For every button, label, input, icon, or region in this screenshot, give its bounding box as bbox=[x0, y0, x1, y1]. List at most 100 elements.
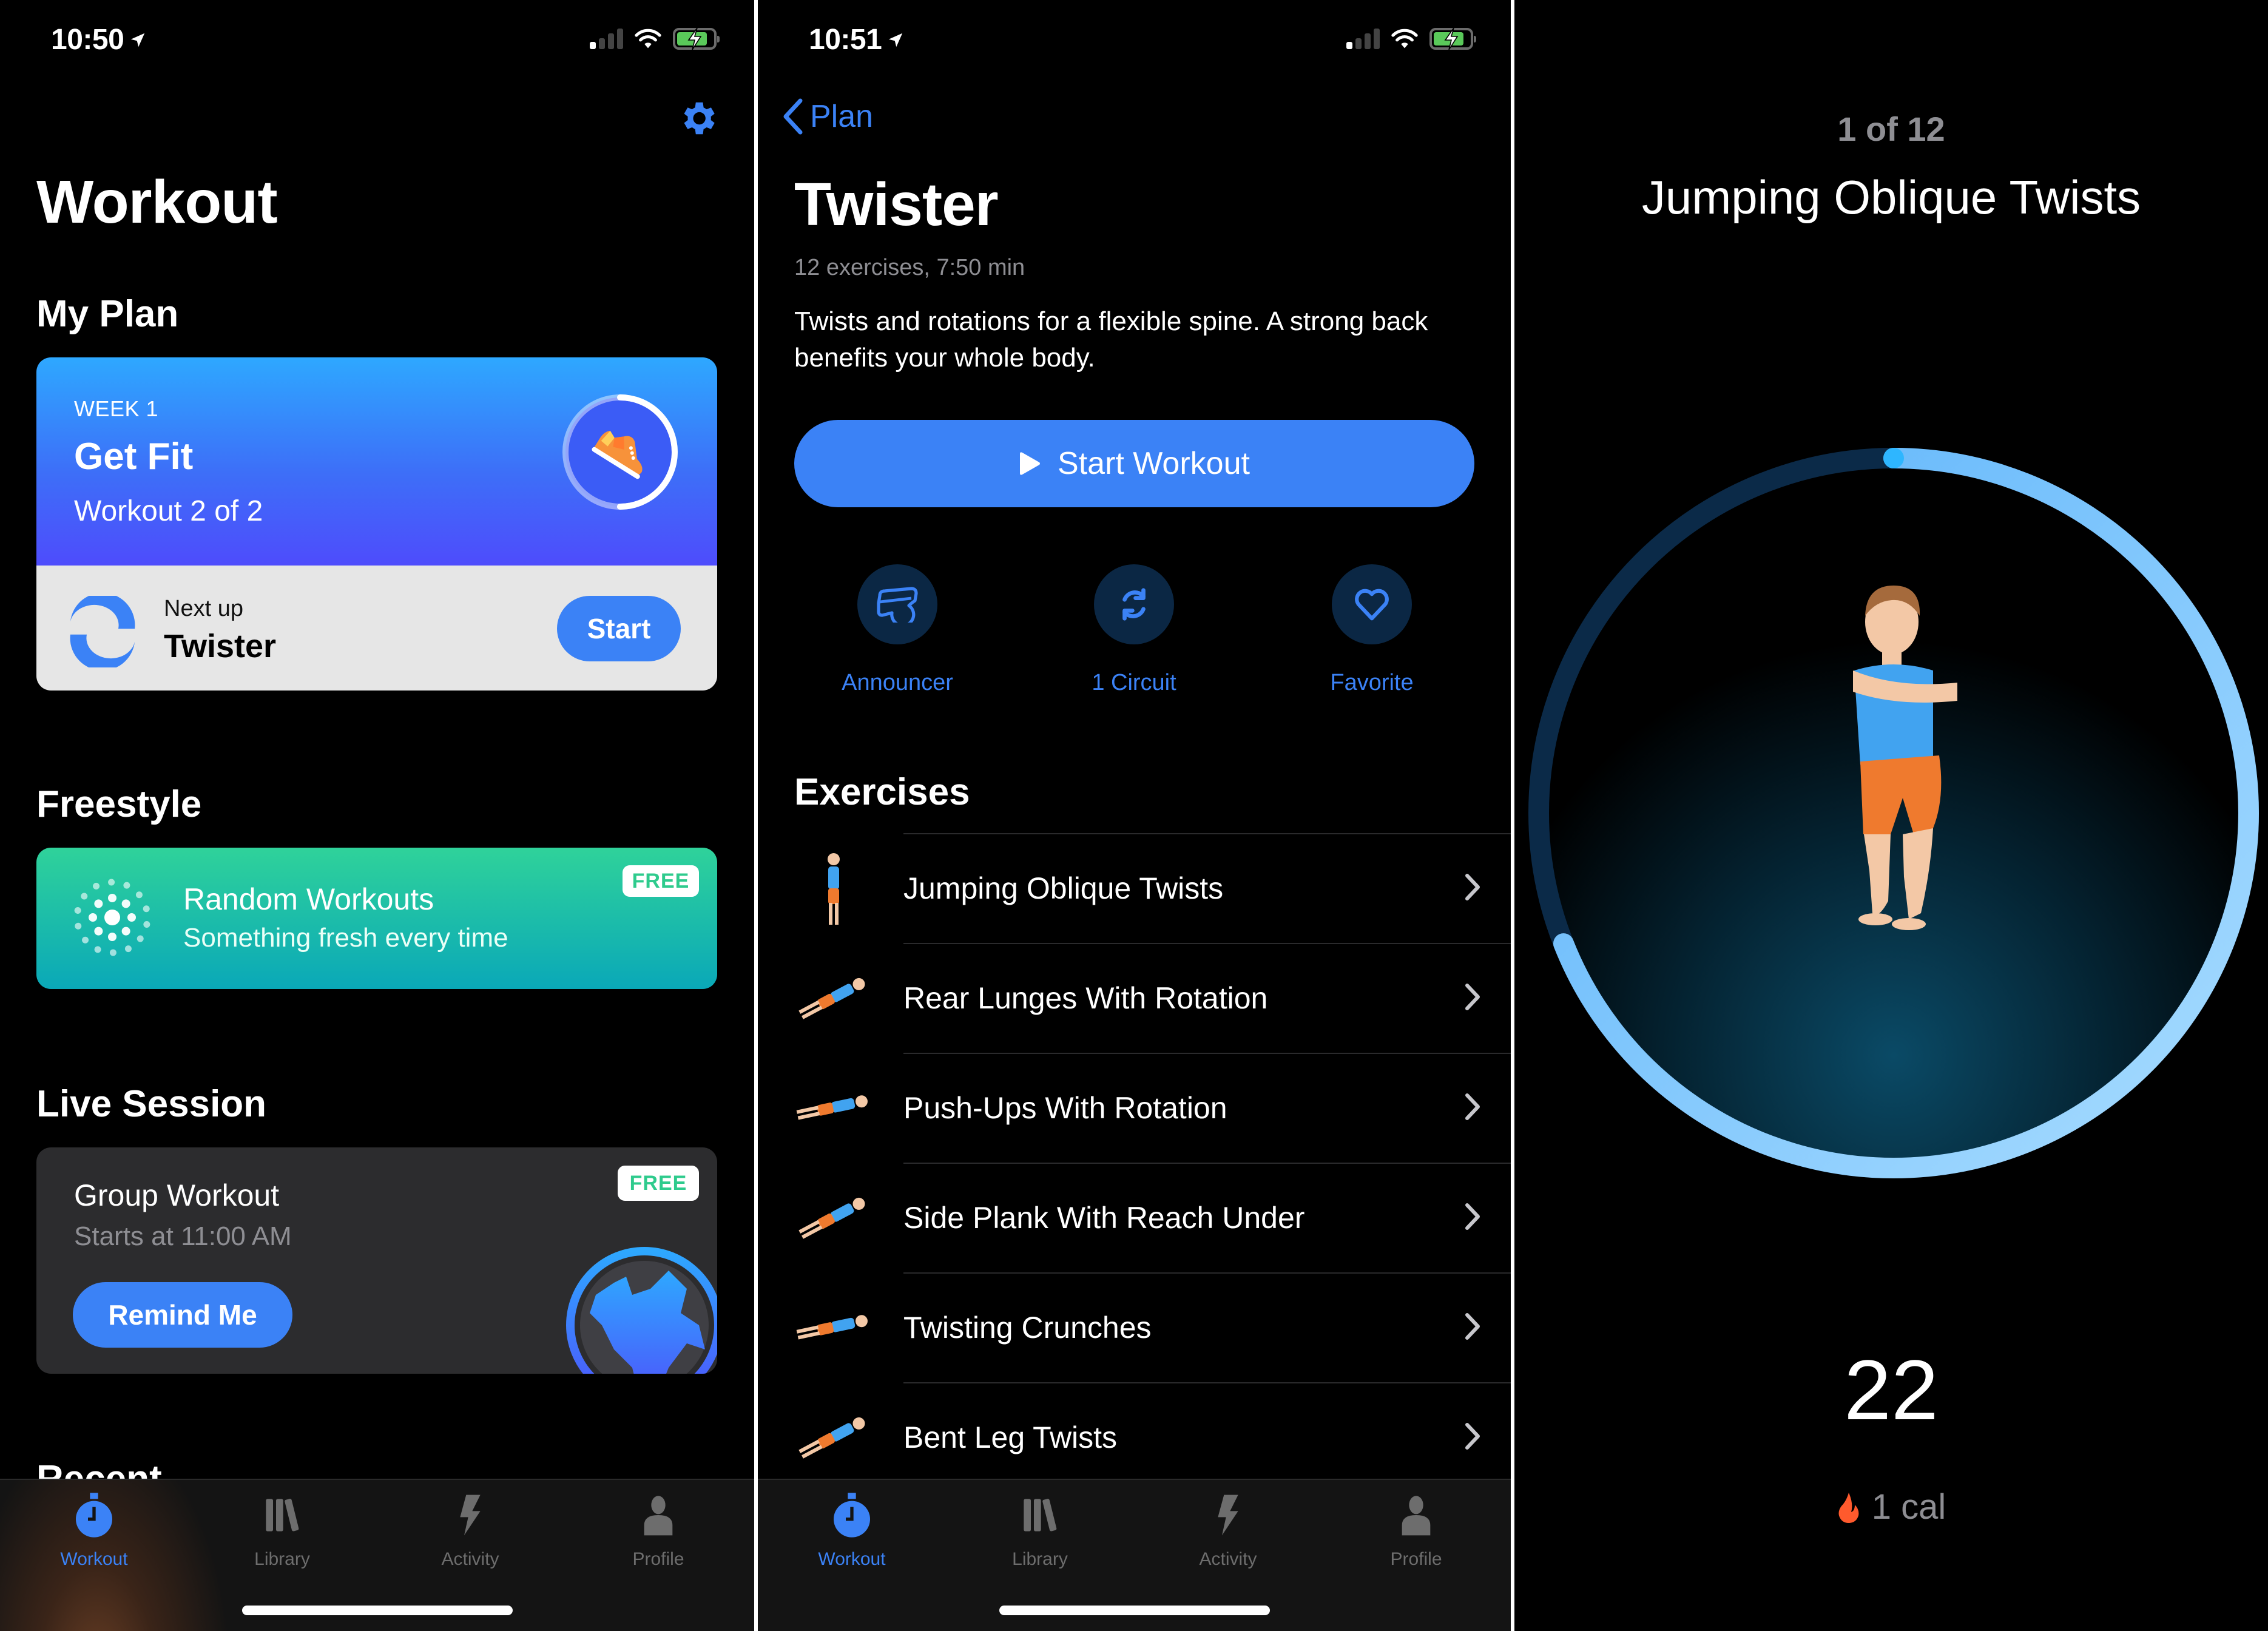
chevron-right-icon bbox=[1465, 1093, 1480, 1120]
exercise-thumbnail-icon bbox=[796, 1315, 868, 1340]
wifi-icon bbox=[1391, 29, 1418, 49]
calories-text: 1 cal bbox=[1871, 1487, 1946, 1527]
charging-bolt-icon bbox=[687, 28, 702, 50]
dot bbox=[108, 879, 115, 886]
freestyle-heading: Freestyle bbox=[36, 783, 202, 825]
twister-icon bbox=[70, 596, 135, 667]
stopwatch-icon bbox=[834, 1493, 870, 1538]
tab-label: Workout bbox=[818, 1549, 886, 1569]
tab-activity[interactable]: Activity bbox=[410, 1491, 531, 1570]
globe-icon bbox=[566, 1247, 717, 1374]
exercise-row[interactable]: Twisting Crunches bbox=[758, 1272, 1511, 1382]
bolt-icon bbox=[460, 1494, 481, 1536]
home-indicator[interactable] bbox=[999, 1606, 1270, 1615]
dot bbox=[135, 891, 143, 899]
random-workouts-title: Random Workouts bbox=[183, 882, 434, 916]
remind-me-button[interactable]: Remind Me bbox=[73, 1282, 292, 1348]
exercise-row[interactable]: Push-Ups With Rotation bbox=[758, 1053, 1511, 1163]
dot bbox=[74, 907, 81, 914]
action-label: Favorite bbox=[1330, 670, 1414, 695]
battery-icon bbox=[1429, 28, 1476, 50]
plan-card[interactable]: WEEK 1 Get Fit Workout 2 of 2 Next up Tw… bbox=[36, 357, 717, 691]
plan-progress-text: Workout 2 of 2 bbox=[74, 495, 263, 527]
dot bbox=[94, 927, 103, 936]
books-icon bbox=[266, 1499, 299, 1531]
start-button[interactable]: Start bbox=[557, 596, 681, 661]
dot bbox=[75, 922, 82, 930]
person-icon bbox=[1402, 1496, 1431, 1536]
circuit-button[interactable]: 1 Circuit bbox=[1055, 564, 1213, 696]
random-workouts-card[interactable]: Random Workouts Something fresh every ti… bbox=[36, 848, 717, 989]
battery-icon bbox=[673, 28, 720, 50]
dot bbox=[81, 893, 88, 900]
next-up-row[interactable]: Next up Twister Start bbox=[36, 566, 717, 691]
dot bbox=[121, 927, 130, 936]
wifi-icon bbox=[635, 29, 661, 49]
heart-icon bbox=[1355, 589, 1389, 621]
tab-workout[interactable]: Workout bbox=[791, 1491, 913, 1570]
start-workout-button[interactable]: Start Workout bbox=[794, 420, 1474, 507]
tab-bar: Workout Library Activity Profile bbox=[0, 1479, 754, 1631]
tab-bar: Workout Library Activity Profile bbox=[758, 1479, 1511, 1631]
page-title: Workout bbox=[36, 168, 278, 236]
tab-library[interactable]: Library bbox=[221, 1491, 343, 1570]
dot bbox=[127, 913, 136, 922]
tab-profile[interactable]: Profile bbox=[1355, 1491, 1477, 1570]
favorite-button[interactable]: Favorite bbox=[1293, 564, 1451, 696]
exercise-row[interactable]: Jumping Oblique Twists bbox=[758, 833, 1511, 943]
dot bbox=[108, 894, 116, 902]
recent-heading: Recent bbox=[36, 1459, 162, 1479]
plan-week: WEEK 1 bbox=[74, 396, 159, 421]
exercise-title: Jumping Oblique Twists bbox=[1641, 171, 2141, 224]
chevron-left-icon bbox=[783, 98, 803, 135]
back-label: Plan bbox=[810, 99, 874, 134]
exercise-row[interactable]: Bent Leg Twists bbox=[758, 1382, 1511, 1492]
workout-screen: 10:50 Workout My Plan WEEK 1 Get Fit Wor… bbox=[0, 0, 754, 1631]
exercise-row[interactable]: Rear Lunges With Rotation bbox=[758, 943, 1511, 1053]
tab-label: Library bbox=[254, 1549, 310, 1569]
exercise-thumbnail-icon bbox=[798, 978, 865, 1019]
exercise-name: Rear Lunges With Rotation bbox=[903, 981, 1268, 1015]
chevron-right-icon bbox=[1465, 1203, 1480, 1230]
dot bbox=[104, 910, 120, 925]
dot bbox=[89, 913, 97, 922]
dot bbox=[94, 946, 101, 953]
plan-card-header[interactable]: WEEK 1 Get Fit Workout 2 of 2 bbox=[36, 357, 717, 566]
dot bbox=[143, 921, 150, 928]
tab-profile[interactable]: Profile bbox=[598, 1491, 719, 1570]
announcer-circle bbox=[857, 564, 937, 644]
plan-name: Get Fit bbox=[74, 436, 194, 478]
free-badge: FREE bbox=[618, 1166, 699, 1201]
tab-library[interactable]: Library bbox=[979, 1491, 1101, 1570]
exercise-name: Push-Ups With Rotation bbox=[903, 1091, 1227, 1125]
time-text: 10:50 bbox=[51, 24, 124, 56]
exercise-row[interactable]: Side Plank With Reach Under bbox=[758, 1163, 1511, 1272]
dot bbox=[137, 935, 144, 942]
back-button[interactable]: Plan bbox=[782, 97, 873, 136]
exercise-thumbnail-icon bbox=[796, 1095, 868, 1120]
workout-meta: 12 exercises, 7:50 min bbox=[794, 255, 1025, 280]
home-indicator[interactable] bbox=[241, 1606, 513, 1615]
tab-label: Profile bbox=[632, 1549, 684, 1569]
tab-workout[interactable]: Workout bbox=[33, 1491, 155, 1570]
group-workout-card[interactable]: Group Workout Starts at 11:00 AM Remind … bbox=[36, 1147, 717, 1374]
dot bbox=[108, 933, 116, 941]
group-workout-title: Group Workout bbox=[74, 1178, 280, 1212]
exercise-thumbnail-icon bbox=[798, 1197, 865, 1239]
gear-icon[interactable] bbox=[677, 97, 719, 140]
exercises-heading: Exercises bbox=[794, 771, 970, 813]
exercise-player-screen: 1 of 12 Jumping Oblique Twists 22 1 cal bbox=[1514, 0, 2268, 1631]
rep-countdown: 22 bbox=[1844, 1342, 1939, 1437]
tab-activity[interactable]: Activity bbox=[1167, 1491, 1289, 1570]
books-icon bbox=[1024, 1499, 1057, 1531]
group-workout-time: Starts at 11:00 AM bbox=[74, 1221, 292, 1251]
announcer-button[interactable]: Announcer bbox=[818, 564, 976, 696]
exercise-name: Side Plank With Reach Under bbox=[903, 1201, 1305, 1235]
exercise-name: Bent Leg Twists bbox=[903, 1420, 1118, 1454]
ring-start-cap bbox=[1883, 448, 1904, 468]
person-icon bbox=[644, 1496, 673, 1536]
location-arrow-icon bbox=[131, 33, 145, 47]
dot bbox=[82, 936, 89, 944]
random-workouts-subtitle: Something fresh every time bbox=[183, 923, 508, 953]
tab-label: Activity bbox=[1199, 1549, 1257, 1569]
